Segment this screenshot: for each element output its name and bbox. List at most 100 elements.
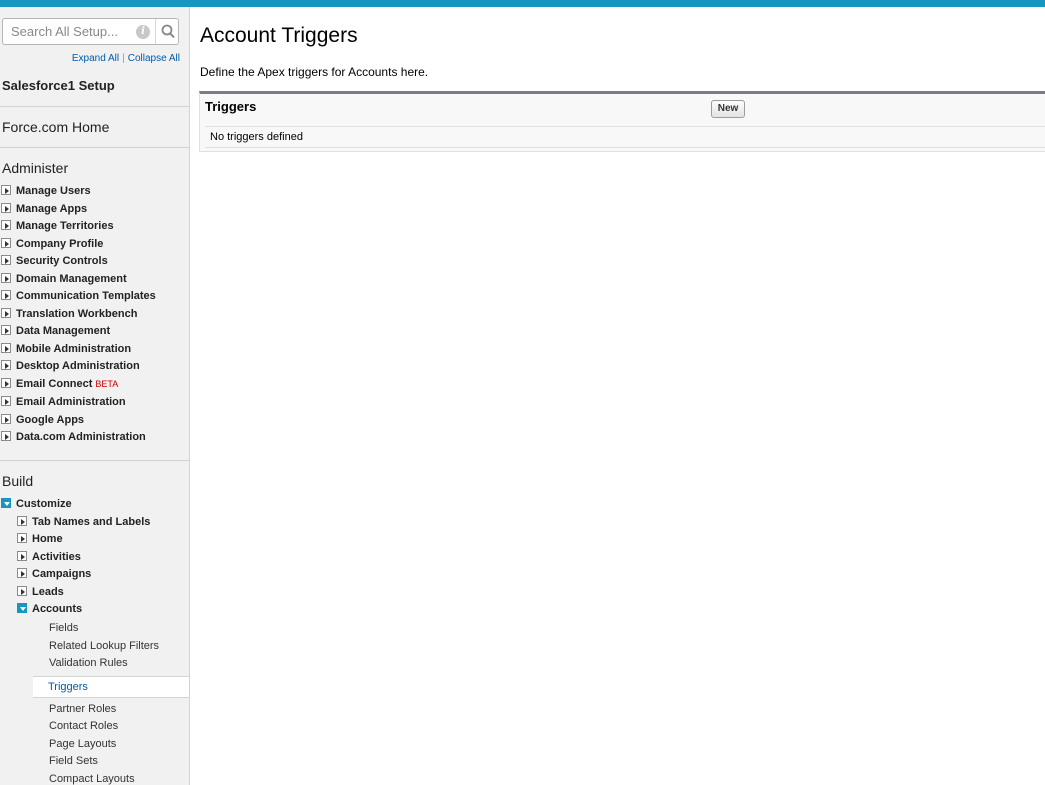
expand-toggle-icon[interactable]	[1, 220, 11, 231]
nav-item-label: Campaigns	[32, 568, 92, 580]
expand-toggle-icon[interactable]	[1, 203, 11, 214]
salesforce1-setup-link[interactable]: Salesforce1 Setup	[2, 78, 115, 93]
nav-item-security-controls[interactable]: Security Controls	[1, 255, 108, 272]
nav-item-leads[interactable]: Leads	[17, 586, 64, 603]
nav-item-customize[interactable]: Customize	[1, 498, 72, 515]
leaf-label: Triggers	[48, 681, 88, 693]
divider	[0, 147, 189, 148]
nav-item-label: Email Connect	[16, 378, 93, 390]
nav-item-label: Manage Apps	[16, 203, 88, 215]
nav-item-manage-users[interactable]: Manage Users	[1, 185, 91, 202]
nav-item-tab-names-and-labels[interactable]: Tab Names and Labels	[17, 516, 150, 533]
leaf-triggers-selected[interactable]: Triggers	[33, 676, 189, 698]
triggers-panel: Triggers New No triggers defined	[199, 91, 1045, 152]
nav-item-mobile-administration[interactable]: Mobile Administration	[1, 343, 131, 360]
panel-title: Triggers	[205, 99, 257, 114]
leaf-page-layouts[interactable]: Page Layouts	[49, 738, 116, 750]
nav-item-communication-templates[interactable]: Communication Templates	[1, 290, 156, 307]
nav-item-manage-apps[interactable]: Manage Apps	[1, 203, 87, 220]
empty-message: No triggers defined	[210, 131, 303, 143]
nav-item-label: Accounts	[32, 603, 83, 615]
nav-item-activities[interactable]: Activities	[17, 551, 81, 568]
collapse-toggle-icon[interactable]	[17, 603, 27, 614]
nav-item-label: Google Apps	[16, 414, 85, 426]
nav-item-google-apps[interactable]: Google Apps	[1, 414, 84, 431]
nav-item-campaigns[interactable]: Campaigns	[17, 568, 91, 585]
nav-item-label: Tab Names and Labels	[32, 516, 151, 528]
leaf-contact-roles[interactable]: Contact Roles	[49, 720, 118, 732]
expand-toggle-icon[interactable]	[17, 568, 27, 579]
top-accent-bar	[0, 0, 1045, 7]
leaf-field-sets[interactable]: Field Sets	[49, 755, 98, 767]
expand-toggle-icon[interactable]	[1, 185, 11, 196]
nav-item-label: Leads	[32, 586, 64, 598]
search-input[interactable]	[3, 19, 151, 44]
nav-item-label: Domain Management	[16, 273, 127, 285]
leaf-validation-rules[interactable]: Validation Rules	[49, 657, 128, 669]
nav-item-label: Manage Territories	[16, 220, 114, 232]
expand-toggle-icon[interactable]	[17, 551, 27, 562]
nav-item-home[interactable]: Home	[17, 533, 63, 550]
nav-item-label: Mobile Administration	[16, 343, 132, 355]
new-trigger-button[interactable]: New	[711, 100, 745, 118]
expand-toggle-icon[interactable]	[1, 360, 11, 371]
setup-sidebar: i Expand All|Collapse All Salesforce1 Se…	[0, 7, 190, 785]
nav-item-label: Manage Users	[16, 185, 91, 197]
info-icon[interactable]: i	[136, 25, 150, 39]
expand-toggle-icon[interactable]	[17, 516, 27, 527]
administer-heading: Administer	[2, 160, 69, 176]
expand-toggle-icon[interactable]	[17, 586, 27, 597]
page-title: Account Triggers	[200, 24, 358, 47]
leaf-fields[interactable]: Fields	[49, 622, 78, 634]
nav-item-accounts[interactable]: Accounts	[17, 603, 82, 620]
nav-item-datacom-administration[interactable]: Data.com Administration	[1, 431, 146, 448]
nav-item-label: Data Management	[16, 325, 111, 337]
nav-item-email-connect[interactable]: Email Connect BETA	[1, 378, 118, 395]
expand-collapse-row: Expand All | Collapse All	[0, 53, 180, 64]
nav-item-email-administration[interactable]: Email Administration	[1, 396, 126, 413]
panel-empty-row: No triggers defined	[205, 126, 1045, 148]
search-button[interactable]	[155, 19, 179, 44]
nav-item-label: Home	[32, 533, 63, 545]
nav-item-label: Activities	[32, 551, 81, 563]
expand-toggle-icon[interactable]	[1, 431, 11, 442]
nav-item-label: Security Controls	[16, 255, 108, 267]
nav-item-domain-management[interactable]: Domain Management	[1, 273, 127, 290]
leaf-related-lookup-filters[interactable]: Related Lookup Filters	[49, 640, 159, 652]
search-icon	[161, 24, 175, 39]
nav-item-label: Customize	[16, 498, 72, 510]
expand-toggle-icon[interactable]	[1, 255, 11, 266]
nav-item-data-management[interactable]: Data Management	[1, 325, 110, 342]
nav-item-label: Email Administration	[16, 396, 126, 408]
leaf-partner-roles[interactable]: Partner Roles	[49, 703, 116, 715]
nav-item-label: Data.com Administration	[16, 431, 146, 443]
expand-toggle-icon[interactable]	[1, 308, 11, 319]
divider	[0, 106, 189, 107]
nav-item-desktop-administration[interactable]: Desktop Administration	[1, 360, 140, 377]
expand-toggle-icon[interactable]	[1, 396, 11, 407]
expand-all-link[interactable]: Expand All	[72, 53, 119, 64]
expand-toggle-icon[interactable]	[1, 238, 11, 249]
nav-item-manage-territories[interactable]: Manage Territories	[1, 220, 114, 237]
expand-toggle-icon[interactable]	[1, 414, 11, 425]
expand-toggle-icon[interactable]	[1, 273, 11, 284]
nav-item-company-profile[interactable]: Company Profile	[1, 238, 103, 255]
expand-toggle-icon[interactable]	[1, 378, 11, 389]
leaf-compact-layouts[interactable]: Compact Layouts	[49, 773, 135, 785]
nav-item-label: Communication Templates	[16, 290, 156, 302]
collapse-all-link[interactable]: Collapse All	[128, 53, 180, 64]
expand-toggle-icon[interactable]	[1, 343, 11, 354]
forcecom-home-link[interactable]: Force.com Home	[2, 119, 109, 135]
nav-item-label: Translation Workbench	[16, 308, 138, 320]
expand-toggle-icon[interactable]	[1, 325, 11, 336]
nav-item-label: Desktop Administration	[16, 360, 140, 372]
expand-toggle-icon[interactable]	[1, 290, 11, 301]
nav-item-label: Company Profile	[16, 238, 104, 250]
separator: |	[122, 53, 125, 64]
search-box: i	[2, 18, 179, 45]
expand-toggle-icon[interactable]	[17, 533, 27, 544]
nav-item-translation-workbench[interactable]: Translation Workbench	[1, 308, 137, 325]
build-heading: Build	[2, 473, 34, 489]
collapse-toggle-icon[interactable]	[1, 498, 11, 509]
beta-badge: BETA	[95, 379, 119, 389]
